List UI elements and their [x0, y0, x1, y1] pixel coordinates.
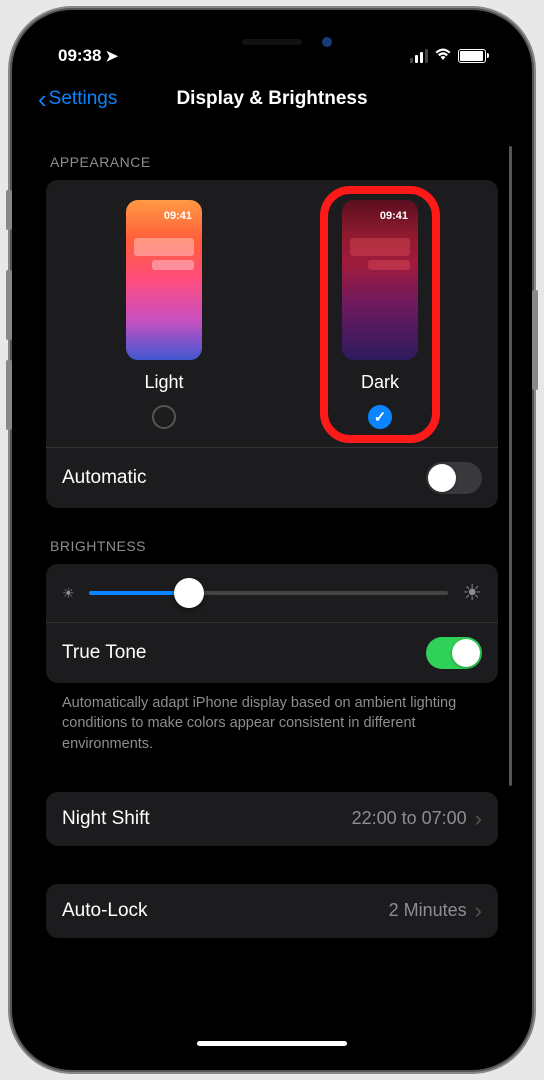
chevron-left-icon: ‹	[38, 86, 47, 112]
page-title: Display & Brightness	[176, 88, 367, 110]
automatic-toggle[interactable]	[426, 462, 482, 494]
auto-lock-row[interactable]: Auto-Lock 2 Minutes ›	[46, 884, 498, 938]
mute-switch[interactable]	[6, 190, 12, 230]
true-tone-label: True Tone	[62, 642, 147, 664]
back-label: Settings	[49, 88, 118, 110]
brightness-slider[interactable]	[89, 591, 449, 595]
battery-icon	[458, 49, 486, 63]
status-time: 09:38	[58, 46, 101, 66]
theme-option-light[interactable]: 09:41 Light	[126, 200, 202, 429]
appearance-header: APPEARANCE	[46, 124, 498, 180]
location-arrow-icon: ➤	[105, 47, 118, 65]
auto-lock-panel: Auto-Lock 2 Minutes ›	[46, 884, 498, 938]
home-indicator[interactable]	[197, 1041, 347, 1046]
brightness-slider-thumb[interactable]	[174, 578, 204, 608]
notch	[167, 26, 377, 58]
light-label: Light	[144, 372, 183, 393]
light-radio[interactable]	[152, 405, 176, 429]
light-theme-thumbnail: 09:41	[126, 200, 202, 360]
auto-lock-value: 2 Minutes	[389, 900, 467, 921]
true-tone-row: True Tone	[46, 622, 498, 683]
brightness-header: BRIGHTNESS	[46, 508, 498, 564]
back-button[interactable]: ‹ Settings	[38, 86, 117, 112]
sun-small-icon: ☀	[62, 585, 75, 602]
volume-down-button[interactable]	[6, 360, 12, 430]
automatic-label: Automatic	[62, 467, 146, 489]
brightness-panel: ☀ ☀ True Tone	[46, 564, 498, 683]
night-shift-panel: Night Shift 22:00 to 07:00 ›	[46, 792, 498, 846]
chevron-right-icon: ›	[475, 898, 482, 924]
dark-theme-thumbnail: 09:41	[342, 200, 418, 360]
true-tone-footer: Automatically adapt iPhone display based…	[46, 683, 498, 754]
content: APPEARANCE 09:41 Light 09:41	[28, 124, 516, 1054]
dark-radio[interactable]	[368, 405, 392, 429]
night-shift-value: 22:00 to 07:00	[352, 808, 467, 829]
sun-large-icon: ☀	[462, 580, 482, 606]
screen: 09:38 ➤ ‹ Settings Display & Brightness	[28, 26, 516, 1054]
auto-lock-label: Auto-Lock	[62, 900, 148, 922]
power-button[interactable]	[532, 290, 538, 390]
dark-label: Dark	[361, 372, 399, 393]
volume-up-button[interactable]	[6, 270, 12, 340]
true-tone-toggle[interactable]	[426, 637, 482, 669]
wifi-icon	[434, 47, 452, 66]
phone-frame: 09:38 ➤ ‹ Settings Display & Brightness	[12, 10, 532, 1070]
cellular-signal-icon	[410, 49, 428, 63]
appearance-panel: 09:41 Light 09:41 Dark	[46, 180, 498, 508]
nav-bar: ‹ Settings Display & Brightness	[28, 74, 516, 124]
chevron-right-icon: ›	[475, 806, 482, 832]
theme-option-dark[interactable]: 09:41 Dark	[342, 200, 418, 429]
night-shift-label: Night Shift	[62, 808, 150, 830]
scroll-indicator[interactable]	[509, 146, 512, 786]
night-shift-row[interactable]: Night Shift 22:00 to 07:00 ›	[46, 792, 498, 846]
brightness-slider-row: ☀ ☀	[46, 564, 498, 622]
automatic-row: Automatic	[46, 447, 498, 508]
